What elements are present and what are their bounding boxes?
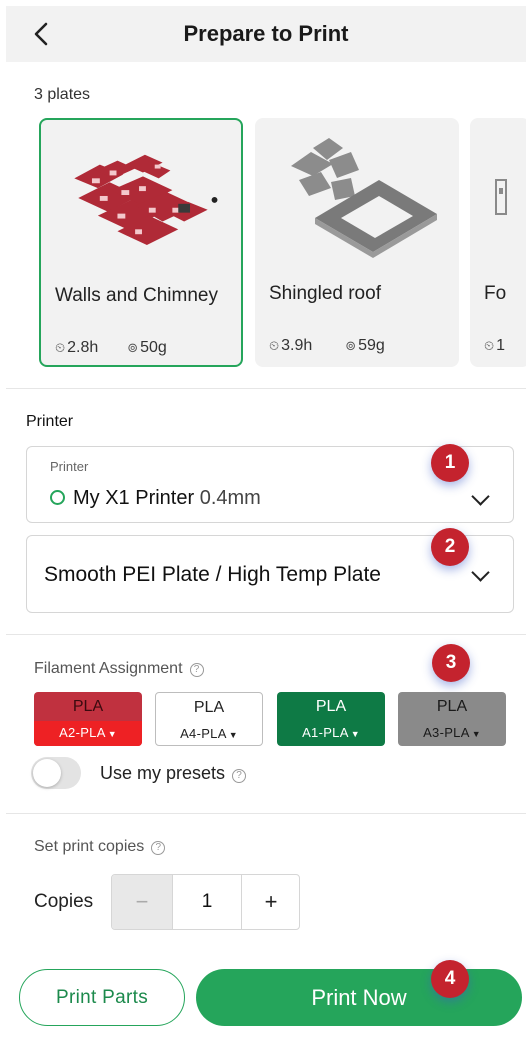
printer-status-icon [50, 490, 65, 505]
printer-field-label: Printer [50, 459, 89, 474]
plate-card-walls[interactable]: Walls and Chimney ⏲ 2.8h ⊚ 50g [39, 118, 243, 367]
filament-slot-2[interactable]: PLA A4-PLA ▼ [155, 692, 263, 746]
clock-icon: ⏲ [55, 340, 66, 355]
copies-section-label: Set print copies? [34, 838, 166, 856]
divider [6, 388, 526, 389]
filament-type: PLA [72, 698, 104, 715]
plate-carousel[interactable]: Walls and Chimney ⏲ 2.8h ⊚ 50g Shingled ro… [0, 118, 526, 368]
chevron-down-icon: ▼ [471, 729, 481, 739]
plate-meta: ⏲ 1 [484, 337, 505, 355]
plate-meta: ⏲ 3.9h ⊚ 59g [269, 337, 385, 355]
copies-value[interactable]: 1 [172, 875, 242, 929]
help-icon[interactable]: ? [189, 663, 204, 677]
plate-time: 3.9h [281, 337, 313, 354]
chevron-down-icon: ▼ [107, 729, 117, 739]
filament-slot-select[interactable]: A1-PLA ▼ [277, 721, 385, 746]
use-presets-toggle[interactable] [31, 757, 81, 789]
plates-count: 3 plates [34, 86, 91, 103]
print-parts-button[interactable]: Print Parts [19, 969, 185, 1026]
chevron-down-icon [471, 563, 490, 582]
filament-slot-4[interactable]: PLA A3-PLA ▼ [398, 692, 506, 746]
toggle-knob [33, 759, 61, 787]
copies-label: Copies [34, 891, 94, 912]
filament-slot-label: A3-PLA [423, 725, 470, 740]
decrement-button[interactable]: − [112, 875, 172, 929]
chevron-down-icon [471, 487, 490, 506]
filament-slot-label: A2-PLA [59, 725, 106, 740]
plate-thumbnail [495, 179, 507, 215]
chevron-down-icon: ▼ [350, 729, 360, 739]
filament-slot-label: A1-PLA [302, 725, 349, 740]
filament-assignment-label: Filament Assignment? [34, 660, 204, 678]
plate-thumbnail [291, 138, 437, 258]
clock-icon: ⏲ [484, 338, 495, 353]
plate-weight: 59g [358, 337, 385, 354]
divider [6, 813, 526, 814]
step-badge-4: 4 [431, 960, 469, 998]
use-presets-label: Use my presets? [100, 763, 247, 784]
app-header: Prepare to Print [6, 6, 526, 62]
filament-slot-label: A4-PLA [180, 726, 227, 741]
filament-type: PLA [436, 698, 468, 715]
help-icon[interactable]: ? [151, 841, 166, 855]
page-title: Prepare to Print [183, 21, 349, 46]
plate-card-roof[interactable]: Shingled roof ⏲ 3.9h ⊚ 59g [255, 118, 459, 367]
plate-time: 2.8h [67, 339, 99, 356]
plate-time: 1 [496, 337, 506, 354]
increment-button[interactable]: + [242, 875, 299, 929]
plate-type-value: Smooth PEI Plate / High Temp Plate [44, 563, 381, 586]
filament-slot-select[interactable]: A2-PLA ▼ [34, 721, 142, 746]
use-presets-text: Use my presets [100, 763, 226, 783]
filament-spool-icon: ⊚ [127, 340, 139, 355]
filament-slot-3[interactable]: PLA A1-PLA ▼ [277, 692, 385, 746]
plate-name: Shingled roof [269, 283, 381, 304]
plate-card-third[interactable]: Fo ⏲ 1 [470, 118, 526, 367]
filament-assignment-text: Filament Assignment [34, 660, 183, 677]
step-badge-2: 2 [431, 528, 469, 566]
plate-name: Walls and Chimney [55, 285, 218, 306]
plate-name: Fo [484, 283, 507, 304]
copies-section-text: Set print copies [34, 838, 145, 855]
step-badge-3: 3 [432, 644, 470, 682]
filament-slot-select[interactable]: A3-PLA ▼ [398, 721, 506, 746]
print-now-button[interactable]: Print Now [196, 969, 522, 1026]
chevron-down-icon: ▼ [228, 730, 238, 740]
printer-nozzle: 0.4mm [199, 487, 261, 509]
printer-name-text: My X1 Printer [73, 487, 195, 509]
filament-type: PLA [193, 699, 225, 716]
plate-weight: 50g [140, 339, 167, 356]
help-icon[interactable]: ? [232, 769, 247, 783]
printer-name: My X1 Printer 0.4mm [73, 487, 261, 510]
plate-thumbnail [74, 154, 218, 245]
filament-slot-select[interactable]: A4-PLA ▼ [156, 722, 262, 745]
filament-spool-icon: ⊚ [345, 338, 357, 353]
divider [6, 634, 526, 635]
filament-type: PLA [315, 698, 347, 715]
copies-stepper: − 1 + [111, 874, 300, 930]
step-badge-1: 1 [431, 444, 469, 482]
filament-slot-1[interactable]: PLA A2-PLA ▼ [34, 692, 142, 746]
printer-section-label: Printer [26, 413, 74, 430]
clock-icon: ⏲ [269, 338, 280, 353]
plate-meta: ⏲ 2.8h ⊚ 50g [55, 339, 167, 357]
